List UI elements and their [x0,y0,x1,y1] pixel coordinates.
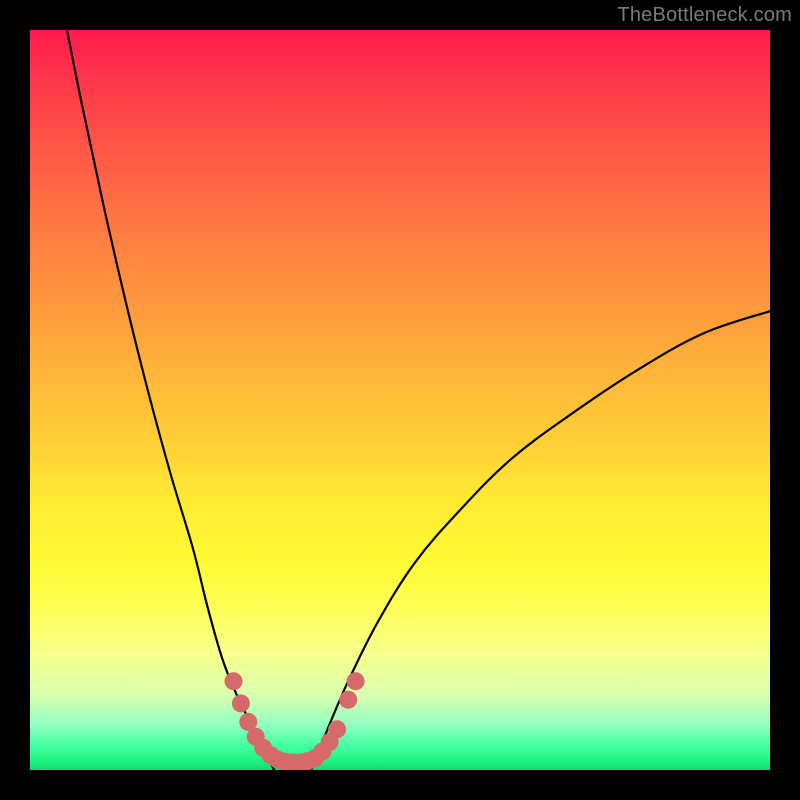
highlight-dot [339,691,357,709]
left-curve [67,30,274,770]
chart-frame: TheBottleneck.com [0,0,800,800]
curve-overlay [30,30,770,770]
highlight-dot [328,720,346,738]
right-curve [311,311,770,770]
highlight-dot [232,694,250,712]
highlight-dot [225,672,243,690]
plot-area [30,30,770,770]
highlight-dot [347,672,365,690]
watermark-text: TheBottleneck.com [617,4,792,27]
